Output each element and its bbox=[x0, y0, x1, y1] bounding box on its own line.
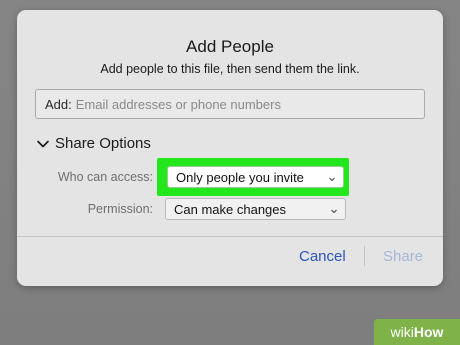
chevron-down-icon bbox=[37, 140, 49, 147]
wikihow-watermark: wiki How bbox=[374, 319, 460, 345]
button-separator bbox=[364, 246, 365, 266]
share-button[interactable]: Share bbox=[383, 248, 423, 265]
up-down-caret-icon bbox=[329, 177, 335, 182]
add-people-dialog: Add People Add people to this file, then… bbox=[17, 10, 443, 286]
permission-label: Permission: bbox=[87, 202, 153, 216]
add-placeholder: Email addresses or phone numbers bbox=[75, 96, 281, 112]
add-people-input[interactable]: Add: Email addresses or phone numbers bbox=[35, 89, 425, 119]
who-can-access-select[interactable]: Only people you invite bbox=[167, 166, 344, 188]
add-label: Add: bbox=[45, 96, 72, 112]
permission-value: Can make changes bbox=[174, 201, 287, 217]
footer-divider bbox=[17, 236, 443, 237]
who-can-access-value: Only people you invite bbox=[176, 169, 304, 185]
watermark-part2: How bbox=[413, 324, 444, 340]
share-options-label: Share Options bbox=[55, 135, 151, 152]
watermark-part1: wiki bbox=[390, 324, 414, 340]
permission-select[interactable]: Can make changes bbox=[165, 198, 346, 220]
share-options-toggle[interactable]: Share Options bbox=[36, 135, 151, 152]
up-down-caret-icon bbox=[331, 209, 337, 214]
who-can-access-label: Who can access: bbox=[57, 170, 153, 184]
dialog-subtitle: Add people to this file, then send them … bbox=[100, 62, 360, 76]
cancel-button[interactable]: Cancel bbox=[299, 248, 346, 265]
dialog-title: Add People bbox=[186, 37, 274, 56]
